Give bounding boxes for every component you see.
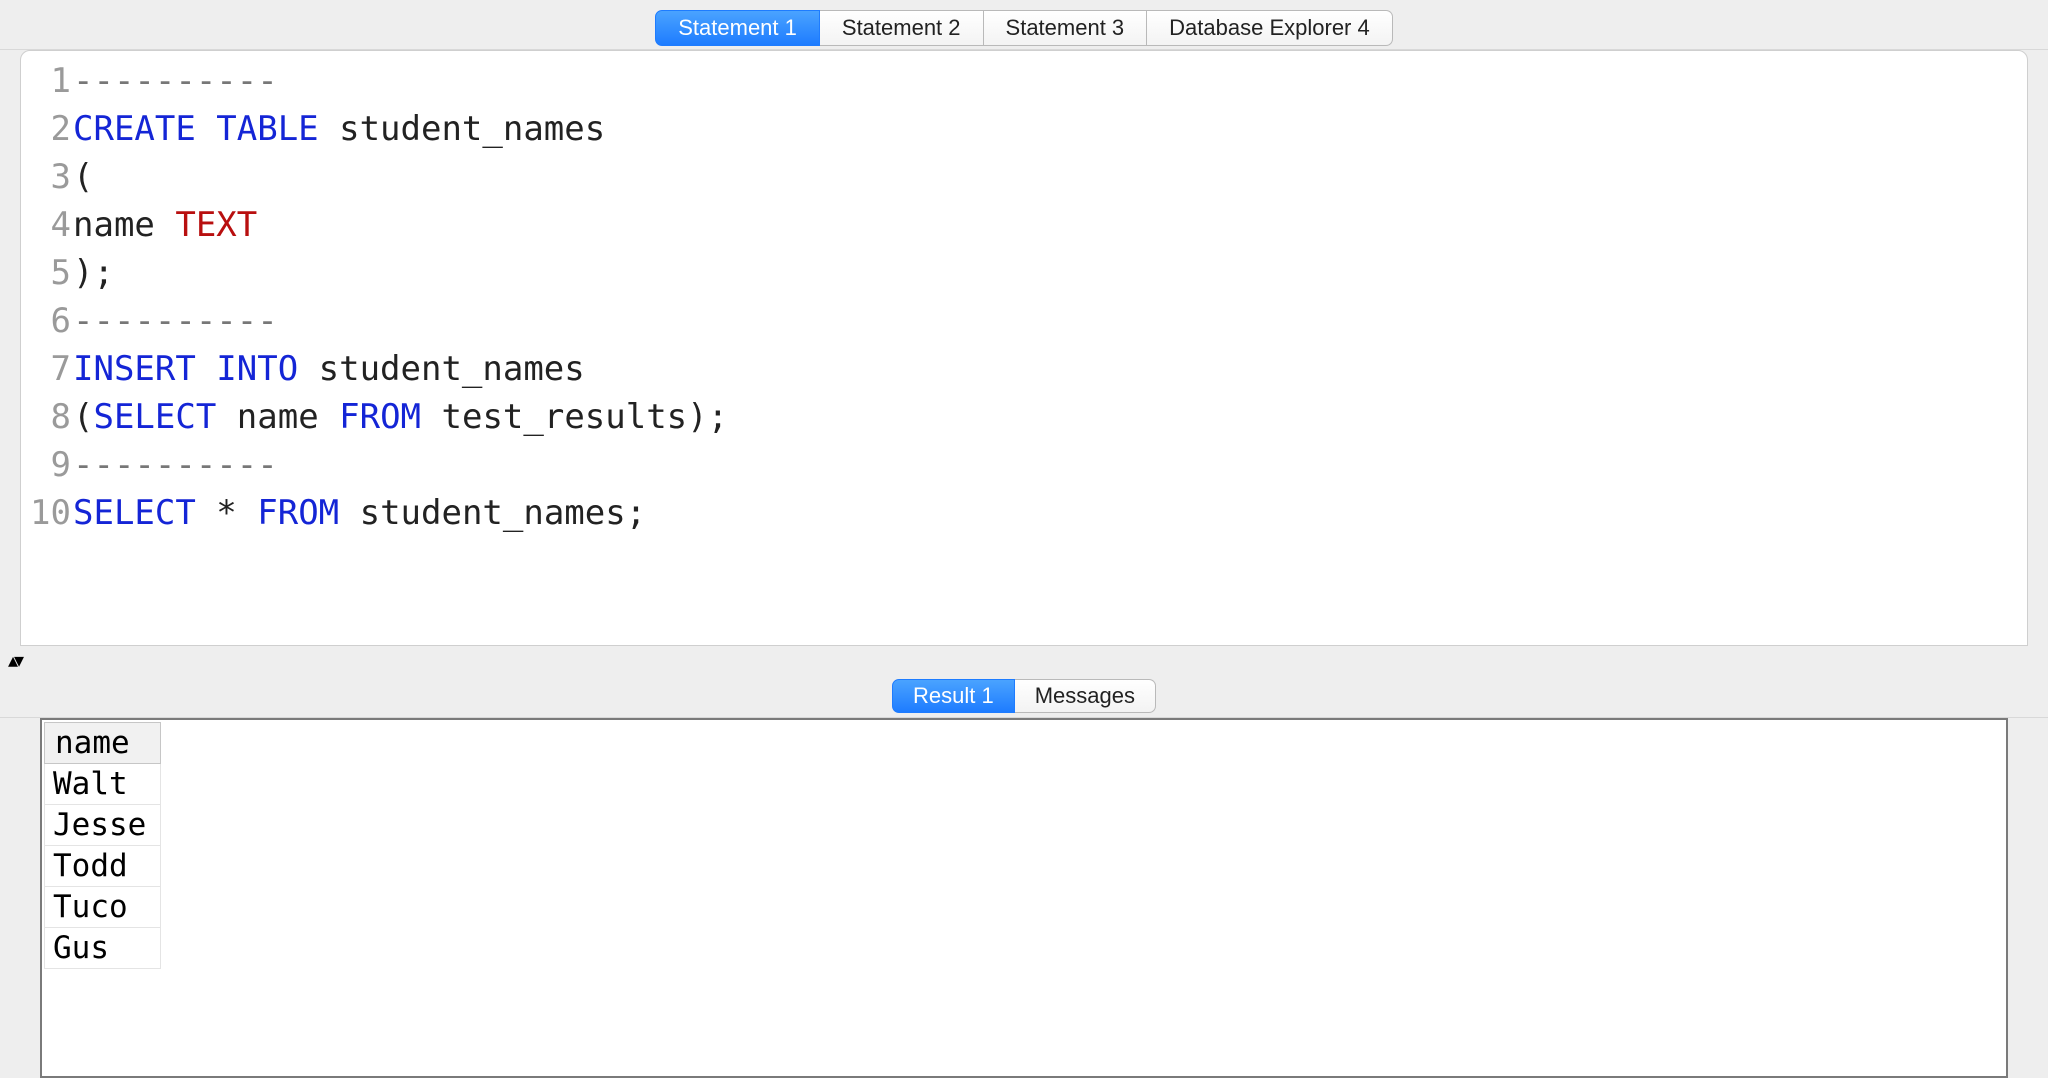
code-line: 9----------: [21, 441, 2027, 489]
code-content: ----------: [73, 57, 278, 105]
tab-label: Result 1: [913, 683, 994, 709]
cell: Tuco: [45, 887, 161, 928]
table-row[interactable]: Todd: [45, 846, 161, 887]
code-line: 3(: [21, 153, 2027, 201]
code-content: ----------: [73, 297, 278, 345]
top-tab[interactable]: Statement 2: [820, 10, 984, 46]
tab-label: Statement 1: [678, 15, 797, 41]
tab-label: Messages: [1035, 683, 1135, 709]
line-number: 7: [21, 345, 73, 393]
column-header[interactable]: name: [45, 723, 161, 764]
result-grid[interactable]: nameWaltJesseToddTucoGus: [44, 722, 161, 969]
line-number: 5: [21, 249, 73, 297]
table-row[interactable]: Gus: [45, 928, 161, 969]
code-line: 1----------: [21, 57, 2027, 105]
split-handle-icon: ▴▾: [8, 648, 20, 673]
table-row[interactable]: Tuco: [45, 887, 161, 928]
result-tab[interactable]: Messages: [1015, 679, 1156, 713]
result-tab-strip: Result 1 Messages: [892, 679, 1156, 713]
table-row[interactable]: Walt: [45, 764, 161, 805]
code-line: 5);: [21, 249, 2027, 297]
code-line: 10SELECT * FROM student_names;: [21, 489, 2027, 537]
line-number: 8: [21, 393, 73, 441]
code-line: 7INSERT INTO student_names: [21, 345, 2027, 393]
result-panel: nameWaltJesseToddTucoGus: [40, 718, 2008, 1078]
cell: Walt: [45, 764, 161, 805]
code-line: 4name TEXT: [21, 201, 2027, 249]
line-number: 6: [21, 297, 73, 345]
tab-label: Database Explorer 4: [1169, 15, 1370, 41]
code-content: ----------: [73, 441, 278, 489]
code-line: 2CREATE TABLE student_names: [21, 105, 2027, 153]
line-number: 2: [21, 105, 73, 153]
top-tab-bar: Statement 1 Statement 2 Statement 3 Databas…: [0, 0, 2048, 50]
cell: Todd: [45, 846, 161, 887]
code-content: SELECT * FROM student_names;: [73, 489, 646, 537]
code-content: name TEXT: [73, 201, 257, 249]
sql-editor[interactable]: 1----------2CREATE TABLE student_names3(…: [21, 57, 2027, 537]
top-tab-strip: Statement 1 Statement 2 Statement 3 Databas…: [655, 10, 1392, 46]
line-number: 4: [21, 201, 73, 249]
result-tab-bar: Result 1 Messages: [0, 674, 2048, 718]
line-number: 10: [21, 489, 73, 537]
result-tab[interactable]: Result 1: [892, 679, 1015, 713]
tab-label: Statement 3: [1006, 15, 1125, 41]
code-content: CREATE TABLE student_names: [73, 105, 605, 153]
top-tab[interactable]: Database Explorer 4: [1147, 10, 1393, 46]
line-number: 1: [21, 57, 73, 105]
top-tab[interactable]: Statement 1: [655, 10, 820, 46]
cell: Jesse: [45, 805, 161, 846]
line-number: 9: [21, 441, 73, 489]
code-content: (: [73, 153, 93, 201]
code-content: INSERT INTO student_names: [73, 345, 585, 393]
split-handle[interactable]: ▴▾: [0, 646, 2048, 674]
code-line: 8(SELECT name FROM test_results);: [21, 393, 2027, 441]
table-row[interactable]: Jesse: [45, 805, 161, 846]
code-content: (SELECT name FROM test_results);: [73, 393, 728, 441]
line-number: 3: [21, 153, 73, 201]
code-line: 6----------: [21, 297, 2027, 345]
cell: Gus: [45, 928, 161, 969]
sql-editor-panel: 1----------2CREATE TABLE student_names3(…: [20, 50, 2028, 646]
tab-label: Statement 2: [842, 15, 961, 41]
top-tab[interactable]: Statement 3: [984, 10, 1148, 46]
code-content: );: [73, 249, 114, 297]
